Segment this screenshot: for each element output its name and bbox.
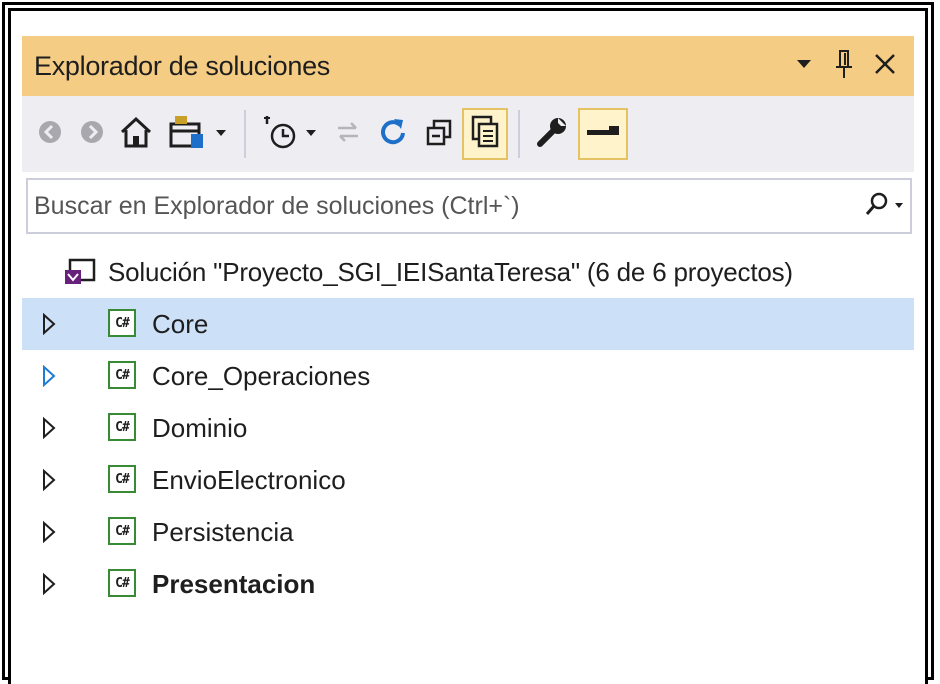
search-box [26, 178, 912, 234]
project-node-core[interactable]: C# Core [22, 298, 914, 350]
chevron-down-icon [894, 197, 904, 215]
csharp-project-icon: C# [108, 517, 136, 545]
chevron-down-icon [215, 125, 227, 143]
toolbar-separator [244, 110, 246, 158]
preview-selected-items-button[interactable] [578, 108, 628, 160]
search-icon [864, 191, 890, 222]
sync-with-active-document-button[interactable] [328, 108, 368, 160]
project-node-envioelectronico[interactable]: C# EnvioElectronico [22, 454, 914, 506]
expand-arrow-icon[interactable] [42, 363, 56, 389]
pin-icon [835, 49, 853, 84]
csharp-project-icon: C# [108, 413, 136, 441]
pending-changes-icon [263, 114, 301, 155]
solution-explorer-panel: Explorador de soluciones Buscar en Explo… [22, 36, 914, 684]
pending-changes-filter-button[interactable] [254, 108, 326, 160]
forward-arrow-icon [79, 119, 105, 150]
preview-icon [586, 125, 620, 144]
project-label: Presentacion [152, 569, 316, 599]
properties-button[interactable] [530, 108, 574, 160]
expand-arrow-icon[interactable] [42, 311, 56, 337]
solution-tree: Solución "Proyecto_SGI_IEISantaTeresa" (… [22, 246, 914, 610]
back-button[interactable] [30, 108, 70, 160]
expand-arrow-icon[interactable] [42, 571, 56, 597]
project-node-dominio[interactable]: C# Dominio [22, 402, 914, 454]
switch-views-button[interactable] [162, 108, 234, 160]
visual-studio-solution-icon [64, 258, 96, 286]
project-label: Dominio [152, 413, 248, 443]
project-label: Persistencia [152, 517, 294, 547]
forward-button[interactable] [72, 108, 112, 160]
toolbar [22, 96, 914, 172]
close-icon [873, 52, 897, 81]
chevron-down-icon [305, 125, 317, 143]
solution-node[interactable]: Solución "Proyecto_SGI_IEISantaTeresa" (… [22, 246, 914, 298]
project-label: EnvioElectronico [152, 465, 346, 495]
chevron-down-icon [796, 57, 812, 75]
show-all-files-button[interactable] [462, 108, 508, 160]
project-node-core-operaciones[interactable]: C# Core_Operaciones [22, 350, 914, 402]
project-node-persistencia[interactable]: C# Persistencia [22, 506, 914, 558]
sync-icon [334, 118, 362, 151]
solution-label: Solución "Proyecto_SGI_IEISantaTeresa" (… [108, 257, 793, 287]
close-button[interactable] [868, 46, 902, 86]
home-button[interactable] [114, 108, 158, 160]
wrench-icon [536, 116, 568, 153]
expand-arrow-icon[interactable] [42, 467, 56, 493]
project-node-presentacion[interactable]: C# Presentacion [22, 558, 914, 610]
panel-title: Explorador de soluciones [34, 51, 330, 81]
search-input[interactable] [34, 180, 814, 232]
back-arrow-icon [37, 119, 63, 150]
collapse-all-icon [425, 118, 453, 151]
expand-arrow-icon[interactable] [42, 519, 56, 545]
panel-title-bar: Explorador de soluciones [22, 36, 914, 96]
csharp-project-icon: C# [108, 569, 136, 597]
window-position-dropdown[interactable] [787, 46, 821, 86]
csharp-project-icon: C# [108, 361, 136, 389]
csharp-project-icon: C# [108, 465, 136, 493]
home-icon [119, 115, 153, 154]
switch-views-icon [169, 114, 209, 155]
refresh-button[interactable] [372, 108, 414, 160]
project-label: Core_Operaciones [152, 361, 371, 391]
expand-arrow-icon[interactable] [42, 415, 56, 441]
refresh-icon [378, 117, 408, 152]
search-button[interactable] [840, 180, 904, 232]
show-all-files-icon [470, 115, 500, 154]
csharp-project-icon: C# [108, 309, 136, 337]
pin-button[interactable] [827, 46, 861, 86]
toolbar-separator [518, 110, 520, 158]
collapse-all-button[interactable] [418, 108, 460, 160]
project-label: Core [152, 309, 209, 339]
